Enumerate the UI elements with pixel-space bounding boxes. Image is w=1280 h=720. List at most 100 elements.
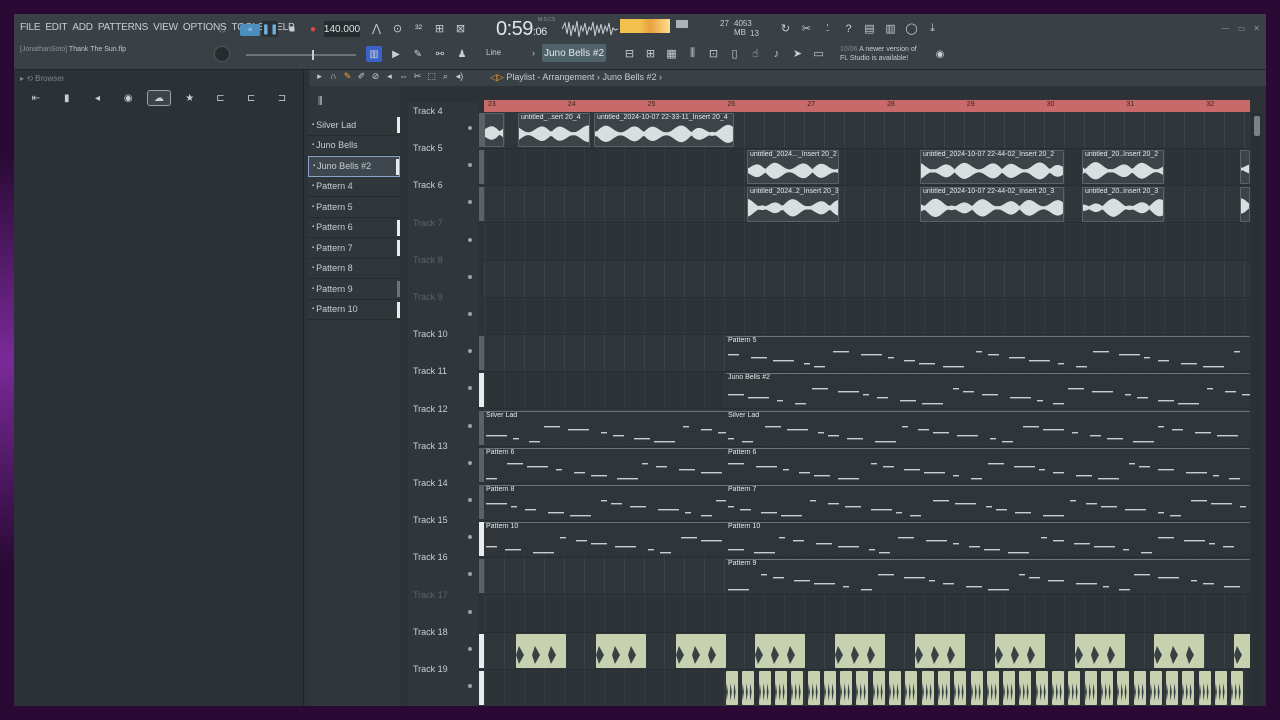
- track-led[interactable]: [468, 646, 472, 651]
- playlist-play-icon[interactable]: ◁▷: [490, 72, 504, 82]
- track-led[interactable]: [468, 684, 472, 688]
- track-mute-strip[interactable]: [479, 559, 484, 594]
- menu-patterns[interactable]: PATTERNS: [98, 22, 148, 33]
- minimize-icon[interactable]: —: [1222, 24, 1230, 33]
- menu-arrow-icon[interactable]: ▸: [314, 71, 325, 82]
- track-name[interactable]: Track 10: [413, 329, 448, 339]
- menu-view[interactable]: VIEW: [153, 22, 178, 33]
- step-icon[interactable]: ▶: [388, 46, 404, 62]
- pattern-clip[interactable]: Juno Bells #2: [726, 373, 1250, 408]
- track-name[interactable]: Track 13: [413, 441, 448, 451]
- audio-clip[interactable]: untitled_20..Insert 20_2: [1082, 150, 1164, 185]
- menu-edit[interactable]: EDIT: [45, 22, 67, 33]
- track-led[interactable]: [468, 609, 472, 614]
- slice-icon[interactable]: ✂: [412, 71, 423, 82]
- pitch-knob-icon[interactable]: ◌: [214, 20, 230, 36]
- list-icon[interactable]: ▭: [811, 46, 826, 61]
- track-led[interactable]: [468, 126, 472, 130]
- wait-icon[interactable]: ⊙: [390, 21, 405, 36]
- drum-clip[interactable]: [835, 633, 886, 668]
- cloud-icon[interactable]: ☁: [147, 90, 171, 106]
- tag-icon[interactable]: ⊏: [209, 90, 233, 106]
- track-led[interactable]: [468, 312, 472, 316]
- loop-record-icon[interactable]: ⊠: [453, 21, 468, 36]
- master-volume-knob[interactable]: [214, 46, 230, 62]
- track-led[interactable]: [468, 460, 472, 465]
- maximize-icon[interactable]: ▭: [1238, 24, 1246, 33]
- drum-clip[interactable]: [1084, 671, 1097, 706]
- pattern-clip[interactable]: Silver Lad: [484, 410, 726, 445]
- drum-clip[interactable]: [1234, 633, 1250, 668]
- pattern-clip[interactable]: Pattern 9: [726, 559, 1250, 594]
- track-led[interactable]: [468, 237, 472, 242]
- audio-clip[interactable]: [484, 113, 504, 148]
- pattern-item[interactable]: ▪ Pattern 7: [308, 238, 400, 259]
- drum-clip[interactable]: [1100, 671, 1113, 706]
- audio-clip[interactable]: untitled_2024-10-07 22-33-11_Insert 20_4: [594, 113, 734, 148]
- piano-icon[interactable]: ⊞: [643, 46, 658, 61]
- track-led[interactable]: [468, 572, 472, 577]
- menu-file[interactable]: FILE: [20, 22, 41, 33]
- browser-icon[interactable]: ▯: [727, 46, 742, 61]
- master-pitch-slider[interactable]: [246, 54, 356, 56]
- pattern-clip[interactable]: Pattern 6: [726, 447, 1250, 482]
- brush-icon[interactable]: ✐: [356, 71, 367, 82]
- download-icon[interactable]: ⤓: [925, 21, 940, 36]
- song-mode-icon[interactable]: ≡: [240, 24, 260, 36]
- pattern-item[interactable]: ▪ Pattern 5: [308, 197, 400, 218]
- drum-clip[interactable]: [889, 671, 901, 706]
- drum-clip[interactable]: [774, 671, 787, 706]
- drum-clip[interactable]: [1149, 671, 1162, 706]
- pattern-clip[interactable]: Pattern 10: [726, 522, 1250, 557]
- track-led[interactable]: [468, 200, 472, 205]
- drum-clip[interactable]: [915, 633, 965, 668]
- menu-add[interactable]: ADD: [72, 22, 93, 33]
- pattern-clip[interactable]: Pattern 10: [484, 522, 726, 557]
- drum-clip[interactable]: [1117, 671, 1130, 706]
- select-icon[interactable]: ⬚: [426, 71, 437, 82]
- playback-icon[interactable]: ◂): [454, 71, 465, 82]
- audio-clip[interactable]: [1240, 150, 1250, 185]
- tempo-tap-icon[interactable]: ♪: [769, 46, 784, 61]
- drum-clip[interactable]: [905, 671, 918, 706]
- pattern-clip[interactable]: Pattern 8: [484, 485, 726, 520]
- mute-tool-icon[interactable]: ◂: [384, 71, 395, 82]
- pattern-clip[interactable]: Pattern 5: [726, 336, 1250, 371]
- track-lane[interactable]: [484, 223, 1250, 261]
- file-icon[interactable]: ▮: [55, 90, 79, 106]
- audio-clip[interactable]: untitled_20..Insert 20_3: [1082, 187, 1164, 222]
- track-mute-strip[interactable]: [479, 522, 484, 557]
- track-lane[interactable]: [484, 261, 1250, 298]
- magnet-icon[interactable]: ∩: [328, 71, 339, 82]
- arrow-right-icon[interactable]: ›: [532, 48, 535, 58]
- track-name[interactable]: Track 6: [413, 180, 443, 190]
- pattern-item[interactable]: ▪ Silver Lad: [308, 115, 400, 136]
- close-icon[interactable]: ✕: [1253, 24, 1260, 33]
- track-led[interactable]: [468, 498, 472, 502]
- track-name[interactable]: Track 9: [413, 292, 443, 302]
- vertical-scrollbar[interactable]: [1252, 112, 1262, 706]
- drum-clip[interactable]: [1019, 671, 1032, 706]
- track-name[interactable]: Track 12: [413, 404, 448, 414]
- plugin-db-icon[interactable]: ◂: [86, 90, 110, 106]
- collapse-icon[interactable]: ⇤: [24, 90, 48, 106]
- drum-clip[interactable]: [758, 671, 771, 706]
- drum-clip[interactable]: [1166, 671, 1179, 706]
- timeline-ruler[interactable]: 23 24 25 26 27 28 29 30 31 32: [484, 100, 1250, 112]
- drum-clip[interactable]: [595, 633, 646, 668]
- drum-clip[interactable]: [840, 671, 853, 706]
- news-panel[interactable]: 10/06 A newer version of FL Studio is av…: [840, 45, 917, 63]
- drum-clip[interactable]: [675, 633, 726, 668]
- save-icon[interactable]: ▤: [862, 21, 877, 36]
- track-name[interactable]: Track 11: [413, 366, 447, 376]
- folder-icon[interactable]: ⊏: [239, 90, 263, 106]
- track-mute-strip[interactable]: [479, 447, 484, 482]
- track-mute-strip[interactable]: [479, 410, 484, 445]
- track-mute-strip[interactable]: [479, 485, 484, 519]
- track-lane[interactable]: [484, 298, 1250, 335]
- scan-icon[interactable]: ◉: [116, 90, 140, 106]
- slip-icon[interactable]: ⇔: [398, 71, 409, 82]
- drum-clip[interactable]: [1133, 671, 1146, 706]
- image-line-logo-icon[interactable]: ◉: [932, 46, 948, 62]
- drum-clip[interactable]: [954, 671, 967, 706]
